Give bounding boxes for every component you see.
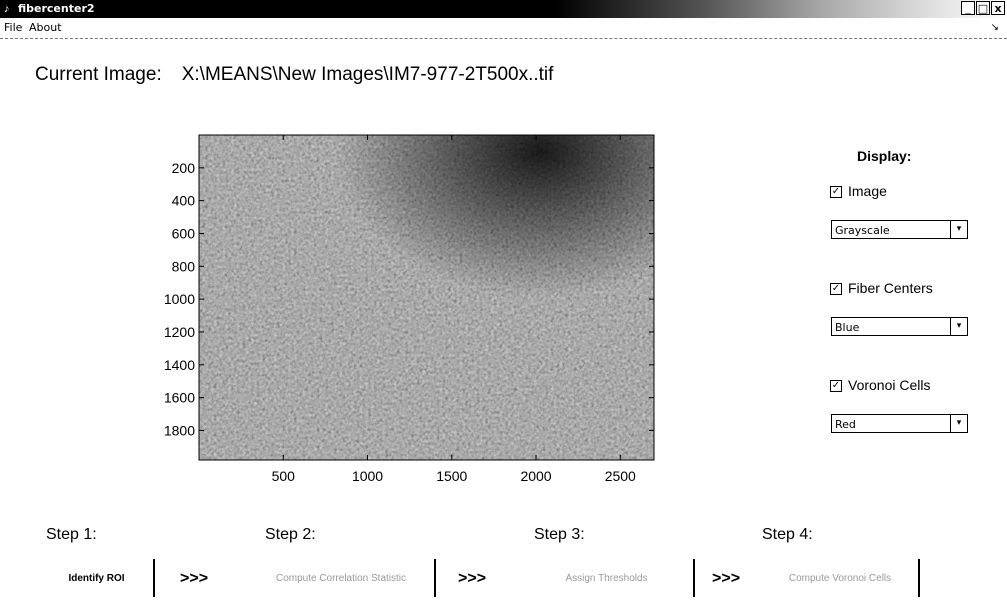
y-tick-label: 800 <box>172 258 196 274</box>
voronoi-cells-checkbox[interactable]: ✓ Voronoi Cells <box>830 377 931 393</box>
image-plot[interactable]: 200 400 600 800 1000 1200 1400 1600 1800 500 1000… <box>0 0 1007 605</box>
voronoi-cells-color-select[interactable]: Red ▾ <box>831 414 968 433</box>
step-2-label: Step 2: <box>265 526 316 543</box>
chevron-down-icon: ▾ <box>950 318 967 335</box>
image-dark-region <box>199 135 654 460</box>
y-tick-label: 200 <box>172 160 196 176</box>
image-checkbox[interactable]: ✓ Image <box>830 183 887 199</box>
y-tick-label: 1600 <box>164 390 195 406</box>
step-arrow-2: >>> <box>458 570 487 587</box>
x-tick-label: 500 <box>272 468 296 484</box>
voronoi-cells-checkbox-label: Voronoi Cells <box>848 377 931 393</box>
step-3-label: Step 3: <box>534 526 585 543</box>
plot-frame <box>198 134 655 461</box>
assign-thresholds-button[interactable]: Assign Thresholds <box>520 559 695 597</box>
image-checkbox-label: Image <box>848 183 887 199</box>
chevron-down-icon: ▾ <box>950 415 967 432</box>
voronoi-cells-color-value: Red <box>835 418 856 431</box>
step-1-label: Step 1: <box>46 526 97 543</box>
x-tick-label: 1500 <box>436 468 467 484</box>
fiber-centers-color-value: Blue <box>835 321 860 334</box>
compute-voronoi-button[interactable]: Compute Voronoi Cells <box>762 559 920 597</box>
checkbox-check-icon: ✓ <box>830 186 842 199</box>
step-4-label: Step 4: <box>762 526 813 543</box>
display-title: Display: <box>857 148 912 164</box>
x-tick-label: 2000 <box>520 468 551 484</box>
fiber-centers-checkbox-label: Fiber Centers <box>848 280 933 296</box>
image-colormap-value: Grayscale <box>835 224 890 237</box>
identify-roi-button[interactable]: Identify ROI <box>40 559 155 597</box>
compute-correlation-button[interactable]: Compute Correlation Statistic <box>248 559 436 597</box>
y-tick-label: 1000 <box>164 291 195 307</box>
y-tick-label: 1800 <box>164 422 195 438</box>
y-tick-label: 400 <box>172 193 196 209</box>
y-tick-label: 1200 <box>164 324 195 340</box>
checkbox-check-icon: ✓ <box>830 380 842 393</box>
chevron-down-icon: ▾ <box>950 221 967 238</box>
checkbox-check-icon: ✓ <box>830 283 842 296</box>
y-tick-label: 1400 <box>164 357 195 373</box>
x-tick-label: 2500 <box>605 468 636 484</box>
fiber-centers-checkbox[interactable]: ✓ Fiber Centers <box>830 280 933 296</box>
x-tick-label: 1000 <box>352 468 383 484</box>
fiber-centers-color-select[interactable]: Blue ▾ <box>831 317 968 336</box>
y-tick-label: 600 <box>172 225 196 241</box>
app-window: ♪ fibercenter2 _ □ x File About ↘ Curren… <box>0 0 1007 605</box>
image-colormap-select[interactable]: Grayscale ▾ <box>831 220 968 239</box>
step-arrow-1: >>> <box>180 570 209 587</box>
step-arrow-3: >>> <box>712 570 741 587</box>
